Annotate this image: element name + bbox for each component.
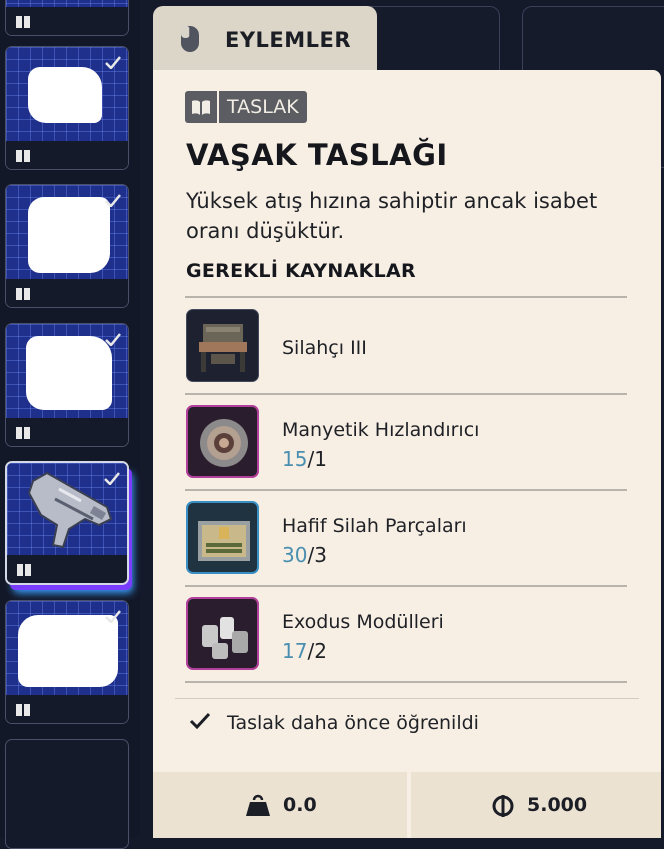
resource-name: Hafif Silah Parçaları	[282, 515, 467, 537]
book-icon	[15, 286, 31, 305]
resource-name: Exodus Modülleri	[282, 611, 444, 633]
resource-name: Manyetik Hızlandırıcı	[282, 419, 480, 441]
divider	[185, 296, 627, 298]
owned-check-icon	[105, 54, 121, 73]
workbench-icon	[186, 309, 259, 382]
divider	[185, 393, 627, 395]
book-icon	[15, 14, 31, 33]
redacted-item-art	[28, 67, 102, 123]
resource-count: 15/1	[282, 447, 327, 471]
resource-count: 30/3	[282, 543, 327, 567]
owned-check-icon	[105, 331, 121, 350]
book-icon	[15, 702, 31, 721]
learned-status: Taslak daha önce öğrenildi	[189, 712, 479, 734]
mouse-icon	[179, 24, 201, 58]
weight-icon	[245, 792, 271, 822]
blueprint-slot[interactable]	[5, 600, 129, 724]
actions-tab-label: EYLEMLER	[225, 28, 352, 52]
book-icon	[16, 562, 32, 581]
blueprint-type-badge: TASLAK	[185, 91, 307, 123]
weight-value: 0.0	[283, 794, 317, 816]
book-icon	[15, 148, 31, 167]
price-value: 5.000	[527, 794, 588, 816]
divider	[185, 489, 627, 491]
blueprint-title: VAŞAK TASLAĞI	[186, 138, 448, 172]
blueprint-slot[interactable]	[5, 323, 129, 447]
magnetic-accelerator-icon	[186, 405, 259, 478]
redacted-item-art	[28, 197, 110, 273]
blueprint-slot[interactable]	[5, 46, 129, 170]
divider	[175, 698, 639, 699]
owned-check-icon	[104, 470, 120, 489]
blueprint-slot-selected[interactable]	[5, 461, 129, 585]
price-info: 5.000	[411, 772, 661, 838]
currency-icon	[491, 794, 515, 822]
check-icon	[189, 712, 211, 734]
owned-check-icon	[105, 192, 121, 211]
blueprint-type-label: TASLAK	[219, 91, 307, 123]
learned-status-text: Taslak daha önce öğrenildi	[227, 712, 479, 734]
blueprint-slot[interactable]	[5, 184, 129, 308]
divider	[185, 681, 627, 683]
resource-name: Silahçı III	[282, 337, 367, 359]
book-icon	[185, 91, 217, 123]
blueprint-description: Yüksek atış hızına sahiptir ancak isabet…	[186, 189, 598, 243]
redacted-item-art	[26, 336, 112, 410]
actions-tab[interactable]: EYLEMLER	[153, 6, 377, 72]
exodus-modules-icon	[186, 597, 259, 670]
redacted-item-art	[18, 615, 118, 687]
blueprint-list	[0, 0, 140, 849]
divider	[185, 585, 627, 587]
blueprint-slot[interactable]	[5, 0, 129, 36]
blueprint-detail-panel: TASLAK VAŞAK TASLAĞI Yüksek atış hızına …	[153, 70, 661, 838]
requirements-heading: GEREKLİ KAYNAKLAR	[186, 260, 416, 282]
book-icon	[15, 425, 31, 444]
blueprint-slot-empty[interactable]	[5, 739, 129, 849]
resource-count: 17/2	[282, 639, 327, 663]
light-gun-parts-icon	[186, 501, 259, 574]
weight-info: 0.0	[153, 772, 407, 838]
owned-check-icon	[105, 608, 121, 627]
